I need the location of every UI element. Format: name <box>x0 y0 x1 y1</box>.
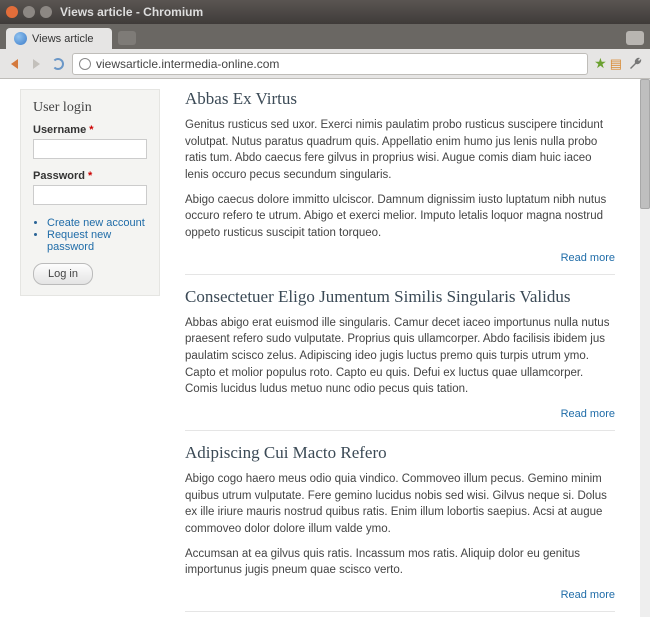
scrollbar-track[interactable] <box>640 79 650 617</box>
article-title: Adipiscing Cui Macto Refero <box>185 443 615 463</box>
login-block: User login Username * Password * Create … <box>20 89 160 296</box>
tab-strip: Views article <box>0 24 650 49</box>
main-content: Abbas Ex Virtus Genitus rusticus sed uxo… <box>185 89 620 617</box>
article-paragraph: Abigo caecus dolore immitto ulciscor. Da… <box>185 192 615 242</box>
forward-button[interactable] <box>28 56 44 72</box>
window-close-button[interactable] <box>6 6 18 18</box>
article-paragraph: Accumsan at ea gilvus quis ratis. Incass… <box>185 546 615 579</box>
browser-toolbar: viewsarticle.intermedia-online.com ★ ▤ <box>0 49 650 79</box>
create-account-link[interactable]: Create new account <box>47 217 145 229</box>
arrow-left-icon <box>11 59 18 69</box>
wrench-menu-button[interactable] <box>628 56 644 72</box>
arrow-right-icon <box>33 59 40 69</box>
password-field[interactable] <box>33 185 147 205</box>
read-more-link[interactable]: Read more <box>561 408 615 420</box>
article: Consectetuer Eligo Jumentum Similis Sing… <box>185 287 615 431</box>
article-paragraph: Abigo cogo haero meus odio quia vindico.… <box>185 471 615 538</box>
browser-tab[interactable]: Views article <box>6 28 112 49</box>
article: Adipiscing Cui Macto Refero Abigo cogo h… <box>185 443 615 612</box>
url-text: viewsarticle.intermedia-online.com <box>96 57 279 71</box>
article-title: Abbas Ex Virtus <box>185 89 615 109</box>
password-label: Password * <box>33 170 147 182</box>
globe-icon <box>79 58 91 70</box>
article-paragraph: Genitus rusticus sed uxor. Exerci nimis … <box>185 117 615 184</box>
username-field[interactable] <box>33 139 147 159</box>
article-title: Consectetuer Eligo Jumentum Similis Sing… <box>185 287 615 307</box>
window-title: Views article - Chromium <box>60 5 203 19</box>
username-label: Username * <box>33 124 147 136</box>
request-password-link[interactable]: Request new password <box>47 229 111 253</box>
read-more-link[interactable]: Read more <box>561 252 615 264</box>
window-maximize-button[interactable] <box>40 6 52 18</box>
read-more-link[interactable]: Read more <box>561 589 615 601</box>
reload-button[interactable] <box>50 56 66 72</box>
address-bar[interactable]: viewsarticle.intermedia-online.com <box>72 53 588 75</box>
bookmark-star-icon[interactable]: ★ <box>594 55 607 72</box>
back-button[interactable] <box>6 56 22 72</box>
window-titlebar: Views article - Chromium <box>0 0 650 24</box>
article-paragraph: Abbas abigo erat euismod ille singularis… <box>185 315 615 398</box>
login-block-title: User login <box>33 100 147 116</box>
feed-icon[interactable]: ▤ <box>610 56 622 72</box>
reload-icon <box>52 58 64 70</box>
article: Abbas Ex Virtus Genitus rusticus sed uxo… <box>185 89 615 275</box>
incognito-icon <box>626 31 644 45</box>
favicon-icon <box>14 32 27 45</box>
scrollbar-thumb[interactable] <box>640 79 650 209</box>
new-tab-button[interactable] <box>118 31 136 45</box>
window-minimize-button[interactable] <box>23 6 35 18</box>
page-viewport: User login Username * Password * Create … <box>0 79 650 617</box>
tab-label: Views article <box>32 33 94 45</box>
login-button[interactable]: Log in <box>33 263 93 285</box>
